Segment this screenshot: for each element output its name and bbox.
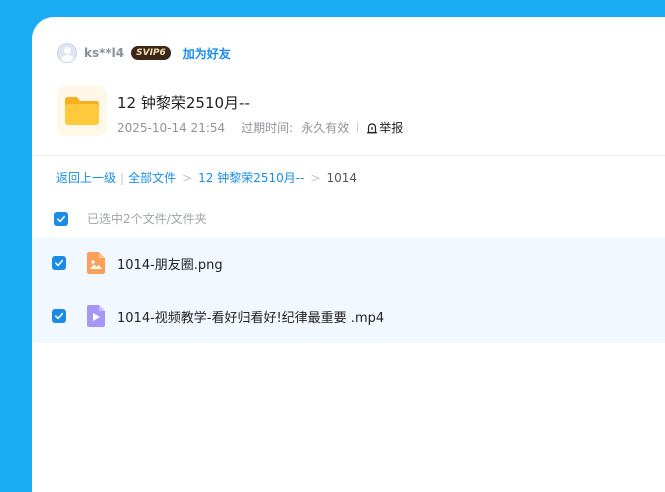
- selection-summary: 已选中2个文件/文件夹: [87, 212, 207, 226]
- vip-badge: SVIP6: [131, 46, 171, 60]
- meta-divider: [357, 122, 359, 133]
- chevron-right-icon: >: [310, 170, 321, 185]
- checkmark-icon: [55, 259, 64, 267]
- breadcrumb-folder[interactable]: 12 钟黎荣2510月--: [198, 169, 304, 186]
- add-friend-link[interactable]: 加为好友: [183, 45, 231, 62]
- expiry-value: 永久有效: [301, 121, 350, 135]
- file-name[interactable]: 1014-视频教学-看好归看好!纪律最重要 .mp4: [117, 307, 384, 326]
- report-button[interactable]: 举报: [366, 119, 403, 136]
- header-divider: [32, 155, 665, 156]
- share-panel: ks**l4 SVIP6 加为好友 12 钟黎荣2510月-- 2025-10-…: [32, 17, 665, 492]
- breadcrumb-back[interactable]: 返回上一级: [56, 169, 116, 186]
- image-file-icon: [87, 252, 105, 274]
- username: ks**l4: [84, 46, 125, 60]
- avatar[interactable]: [57, 43, 77, 63]
- breadcrumb: 返回上一级 | 全部文件 > 12 钟黎荣2510月-- > 1014: [56, 169, 357, 186]
- breadcrumb-separator: |: [120, 170, 125, 185]
- file-name[interactable]: 1014-朋友圈.png: [117, 254, 223, 273]
- breadcrumb-current: 1014: [326, 170, 358, 185]
- video-file-icon: [87, 305, 105, 327]
- file-checkbox[interactable]: [52, 309, 66, 323]
- checkmark-icon: [57, 215, 66, 223]
- file-checkbox[interactable]: [52, 256, 66, 270]
- share-date: 2025-10-14 21:54: [117, 120, 226, 135]
- file-row[interactable]: 1014-朋友圈.png: [32, 237, 665, 290]
- file-row[interactable]: 1014-视频教学-看好归看好!纪律最重要 .mp4: [32, 290, 665, 343]
- folder-icon: [57, 86, 107, 136]
- chevron-right-icon: >: [182, 170, 193, 185]
- share-title: 12 钟黎荣2510月--: [117, 94, 250, 112]
- share-meta: 2025-10-14 21:54 过期时间: 永久有效 举报: [117, 119, 403, 136]
- expiry-label: 过期时间:: [241, 121, 294, 135]
- file-list: 1014-朋友圈.png 1014-视频教学-看好归看好!纪律最重要 .mp4: [32, 237, 665, 343]
- select-all-checkbox[interactable]: [54, 212, 68, 226]
- report-icon: [367, 122, 378, 133]
- breadcrumb-root[interactable]: 全部文件: [128, 169, 176, 186]
- checkmark-icon: [55, 312, 64, 320]
- report-label: 举报: [379, 121, 404, 135]
- sharer-info: ks**l4 SVIP6 加为好友: [57, 43, 231, 63]
